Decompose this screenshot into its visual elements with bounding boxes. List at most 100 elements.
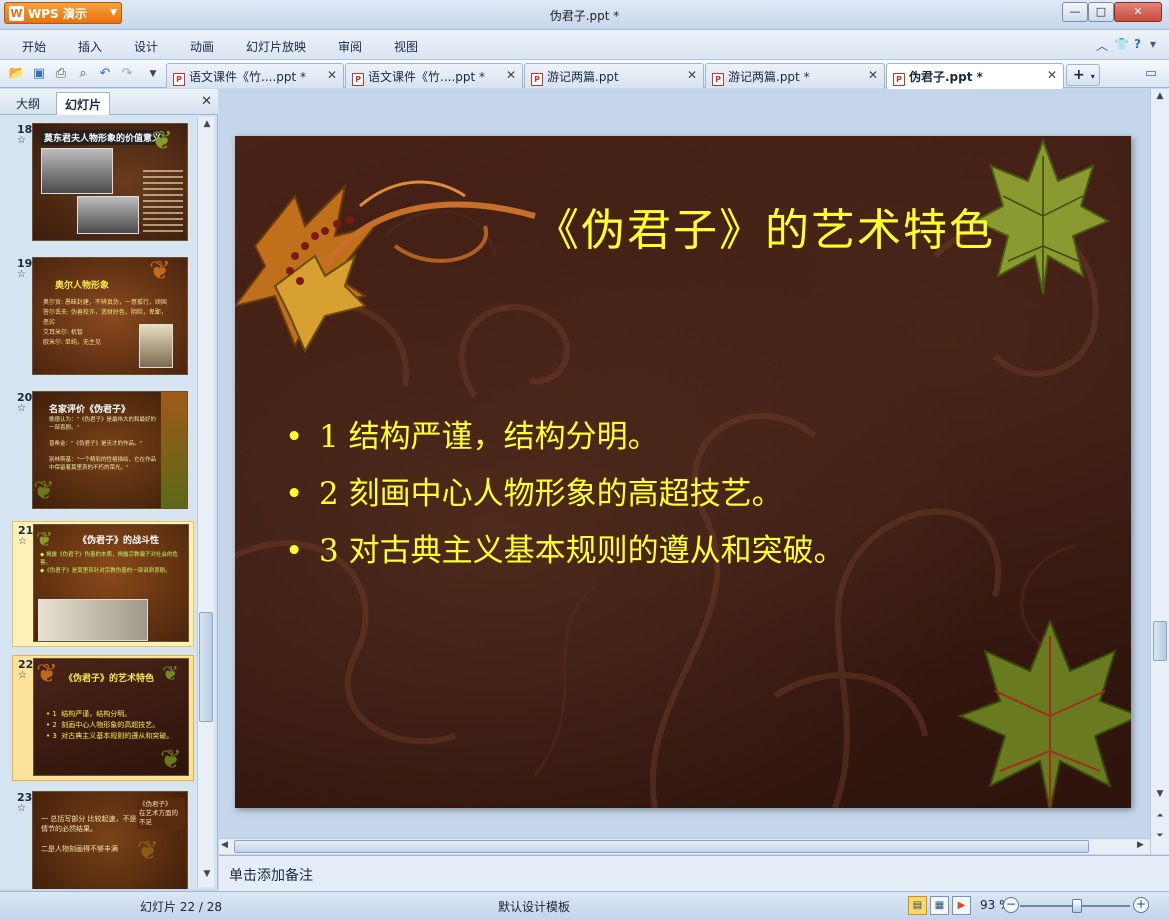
- ppt-file-icon: P: [531, 73, 543, 86]
- bullet-symbol: •: [285, 533, 304, 569]
- leaf-decoration-icon: ❦: [36, 659, 58, 689]
- slide-bullet-list[interactable]: • 1 结构严谨，结构分明。 • 2 刻画中心人物形象的高超技艺。 • 3 对古典主义…: [285, 411, 1105, 582]
- title-bar: W WPS 演示 ▼ 伪君子.ppt * — □ ✕: [0, 0, 1169, 30]
- menu-view[interactable]: 视图: [394, 38, 418, 55]
- redo-icon[interactable]: ↷: [118, 65, 136, 83]
- tab-slides[interactable]: 幻灯片: [56, 92, 111, 115]
- vertical-scroll-thumb[interactable]: [1153, 621, 1167, 661]
- close-tab-icon[interactable]: ✕: [868, 68, 878, 82]
- slide-preview: 奥尔人物形象 奥尔贡: 愚昧封建，不辨真伪，一意孤行，顽固 答尔丢夫: 伪善狡诈…: [32, 257, 188, 375]
- slides-panel: 大纲 幻灯片 ✕ 18 ☆ 莫东君夫人物形象的价值意义 ❦ 19 ☆ 奥尔人物形…: [0, 89, 218, 889]
- menu-design[interactable]: 设计: [134, 38, 158, 55]
- vertical-scrollbar[interactable]: ▲ ▼ ⏶ ⏷: [1150, 89, 1169, 854]
- print-preview-icon[interactable]: ⌕: [74, 65, 92, 83]
- zoom-in-icon[interactable]: +: [1133, 897, 1149, 913]
- menu-home[interactable]: 开始: [22, 38, 46, 55]
- horizontal-scrollbar[interactable]: ◀ ▶: [219, 838, 1150, 854]
- quick-access-toolbar: 📂 ▣ ⎙ ⌕ ↶ ↷ ▼ P 语文课件《竹....ppt * ✕ P 语文课件《竹…: [0, 60, 1169, 89]
- scroll-right-icon[interactable]: ▶: [1137, 840, 1144, 850]
- prev-slide-icon[interactable]: ⏶: [1153, 811, 1167, 825]
- thumb-side-note: 《伪君子》 在艺术方面的不足: [137, 798, 185, 829]
- slide-title[interactable]: 《伪君子》的艺术特色: [415, 194, 1115, 258]
- skin-icon[interactable]: 👕: [1114, 37, 1129, 51]
- leaf-decoration-icon: ❦: [149, 257, 171, 286]
- thumb-body: • 1 结构严谨，结构分明。 • 2 刻画中心人物形象的高超技艺。 • 3 对古…: [46, 710, 174, 740]
- help-dropdown-icon[interactable]: ▾: [1150, 37, 1156, 51]
- current-slide[interactable]: 《伪君子》的艺术特色 • 1 结构严谨，结构分明。 • 2 刻画中心人物形象的高超技…: [235, 136, 1131, 808]
- next-slide-icon[interactable]: ⏷: [1153, 831, 1167, 845]
- doc-tab-5-active[interactable]: P 伪君子.ppt * ✕: [886, 63, 1064, 89]
- animation-star-icon: ☆: [17, 803, 26, 814]
- maple-leaf-decoration: [957, 618, 1131, 808]
- scroll-up-icon[interactable]: ▲: [1153, 91, 1167, 105]
- zoom-out-icon[interactable]: −: [1003, 897, 1019, 913]
- close-tab-icon[interactable]: ✕: [687, 68, 697, 82]
- thumb-photo: [41, 148, 113, 194]
- zoom-slider-knob[interactable]: [1072, 899, 1082, 913]
- scroll-up-icon[interactable]: ▲: [200, 119, 214, 133]
- slide-thumbnail-20[interactable]: 20 ☆ 名家评价《伪君子》 歌德认为："《伪君子》是最伟大的和最好的一部喜剧。…: [12, 389, 194, 513]
- close-tab-icon[interactable]: ✕: [1047, 68, 1057, 82]
- notes-pane[interactable]: 单击添加备注: [219, 855, 1169, 891]
- animation-star-icon: ☆: [17, 135, 26, 146]
- undo-icon[interactable]: ↶: [96, 65, 114, 83]
- help-icon[interactable]: ?: [1134, 37, 1141, 51]
- close-tab-icon[interactable]: ✕: [327, 68, 337, 82]
- notes-placeholder[interactable]: 单击添加备注: [229, 865, 313, 885]
- doc-tab-label: 伪君子.ppt *: [909, 70, 983, 84]
- slide-preview: 一 总括写部分 比较起速，不是情节的必然结果。 二是人物刻画得不够丰满 《伪君子…: [32, 791, 188, 889]
- doc-tab-2[interactable]: P 语文课件《竹....ppt * ✕: [345, 63, 523, 88]
- animation-star-icon: ☆: [18, 670, 27, 681]
- close-panel-icon[interactable]: ✕: [201, 94, 212, 109]
- design-template-label: 默认设计模板: [498, 900, 571, 914]
- panel-tabs: 大纲 幻灯片 ✕: [0, 89, 218, 115]
- scroll-down-icon[interactable]: ▼: [200, 869, 214, 883]
- panel-scrollbar[interactable]: ▲ ▼: [197, 117, 214, 887]
- thumb-body: 歌德认为："《伪君子》是最伟大的和最好的一部喜剧。" 普希金："《伪君子》是天才…: [49, 417, 157, 471]
- slide-thumbnail-18[interactable]: 18 ☆ 莫东君夫人物形象的价值意义 ❦: [12, 121, 194, 245]
- slide-preview: 《伪君子》的战斗性 ◆ 揭露《伪君子》伪善的本质，揭露宗教骗子对社会的危害。 ◆…: [33, 524, 189, 642]
- bullet-text: 3 对古典主义基本规则的遵从和突破。: [319, 533, 845, 569]
- slide-preview: 《伪君子》的艺术特色 • 1 结构严谨，结构分明。 • 2 刻画中心人物形象的高…: [33, 658, 189, 776]
- thumb-title: 《伪君子》的艺术特色: [64, 674, 155, 684]
- slide-preview: 名家评价《伪君子》 歌德认为："《伪君子》是最伟大的和最好的一部喜剧。" 普希金…: [32, 391, 188, 509]
- menu-review[interactable]: 审阅: [338, 38, 362, 55]
- bullet-item: • 3 对古典主义基本规则的遵从和突破。: [285, 525, 1105, 582]
- scroll-left-icon[interactable]: ◀: [221, 840, 228, 850]
- maximize-button[interactable]: □: [1088, 2, 1114, 22]
- ppt-file-icon: P: [712, 73, 724, 86]
- slide-thumbnail-22-current[interactable]: 22 ☆ 《伪君子》的艺术特色 • 1 结构严谨，结构分明。 • 2 刻画中心人…: [12, 655, 194, 781]
- doc-tab-3[interactable]: P 游记两篇.ppt ✕: [524, 63, 704, 88]
- print-icon[interactable]: ⎙: [52, 65, 70, 83]
- animation-star-icon: ☆: [17, 269, 26, 280]
- doc-tab-label: 语文课件《竹....ppt *: [368, 70, 486, 84]
- close-tab-icon[interactable]: ✕: [506, 68, 516, 82]
- horizontal-scroll-thumb[interactable]: [234, 840, 1089, 853]
- close-window-button[interactable]: ✕: [1114, 2, 1162, 22]
- slide-thumbnail-21[interactable]: 21 ☆ 《伪君子》的战斗性 ◆ 揭露《伪君子》伪善的本质，揭露宗教骗子对社会的…: [12, 521, 194, 647]
- normal-view-icon[interactable]: ▤: [908, 896, 927, 915]
- scroll-down-icon[interactable]: ▼: [1153, 789, 1167, 803]
- customize-toolbar-icon[interactable]: ▼: [144, 65, 162, 83]
- doc-tab-1[interactable]: P 语文课件《竹....ppt * ✕: [166, 63, 344, 88]
- doc-tab-4[interactable]: P 游记两篇.ppt * ✕: [705, 63, 885, 88]
- new-tab-button[interactable]: + ▾: [1066, 64, 1100, 86]
- slideshow-view-icon[interactable]: ▶: [952, 896, 971, 915]
- minimize-button[interactable]: —: [1062, 2, 1088, 22]
- tab-list-icon[interactable]: ▭: [1142, 65, 1160, 83]
- slide-thumbnail-23[interactable]: 23 ☆ 一 总括写部分 比较起速，不是情节的必然结果。 二是人物刻画得不够丰满…: [12, 789, 194, 889]
- menu-slideshow[interactable]: 幻灯片放映: [246, 38, 306, 55]
- menu-animation[interactable]: 动画: [190, 38, 214, 55]
- ppt-file-icon: P: [173, 73, 185, 86]
- collapse-ribbon-icon[interactable]: ︿: [1096, 37, 1108, 54]
- open-folder-icon[interactable]: 📂: [8, 65, 26, 83]
- slide-sorter-view-icon[interactable]: ▦: [930, 896, 949, 915]
- tab-outline[interactable]: 大纲: [8, 92, 48, 115]
- save-icon[interactable]: ▣: [30, 65, 48, 83]
- slide-thumbnail-19[interactable]: 19 ☆ 奥尔人物形象 奥尔贡: 愚昧封建，不辨真伪，一意孤行，顽固 答尔丢夫:…: [12, 255, 194, 379]
- bullet-symbol: •: [285, 476, 304, 512]
- menu-insert[interactable]: 插入: [78, 38, 102, 55]
- thumb-title: 名家评价《伪君子》: [49, 405, 131, 415]
- panel-scroll-thumb[interactable]: [199, 612, 213, 722]
- thumb-photo: [38, 599, 148, 641]
